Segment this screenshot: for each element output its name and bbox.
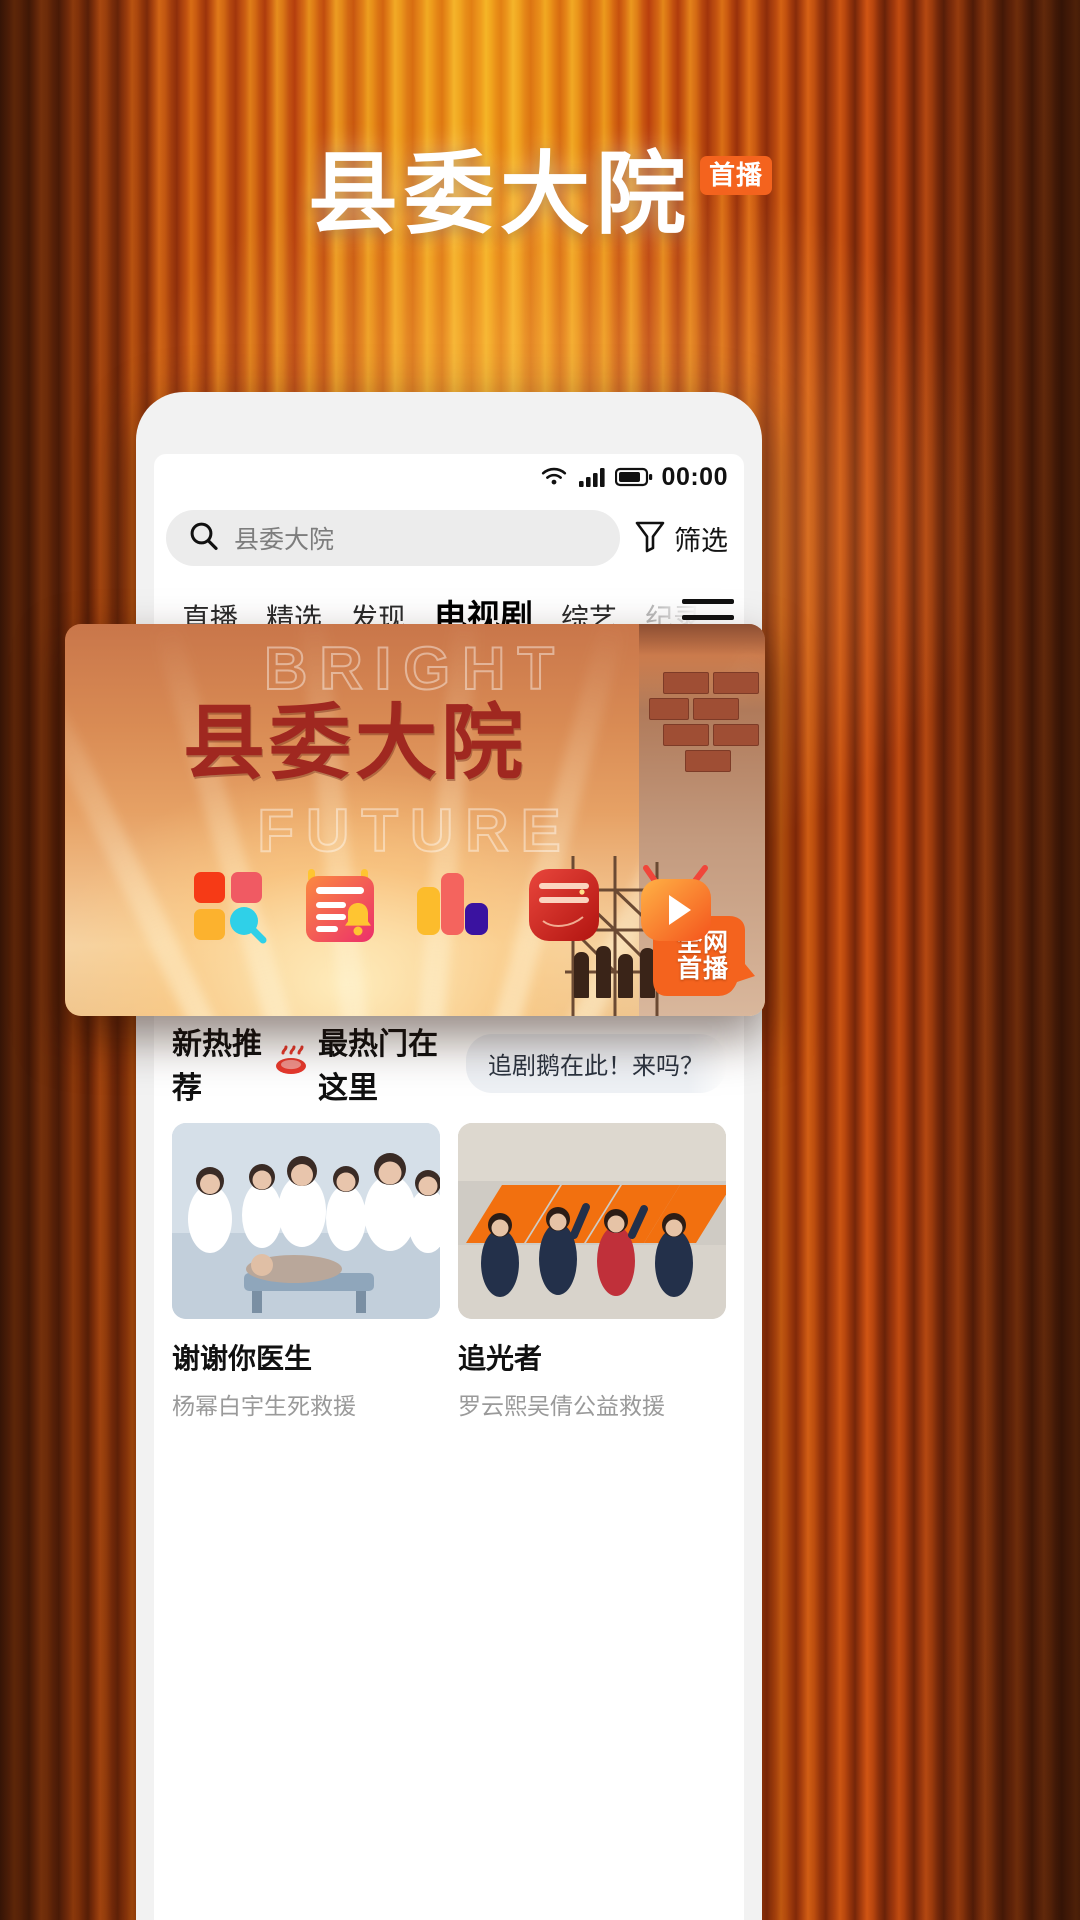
status-bar: 00:00 [154, 454, 744, 500]
card-subtitle: 罗云熙吴倩公益救援 [458, 1393, 665, 1419]
search-row: 县委大院 筛选 [154, 500, 744, 578]
hero-title-text: 县委大院 [307, 145, 692, 245]
search-input[interactable]: 县委大院 [166, 510, 620, 566]
filter-funnel-icon [634, 519, 666, 558]
list-item[interactable]: 追光者 罗云熙吴倩公益救援 [458, 1123, 726, 1421]
calendar-bell-icon [291, 861, 389, 961]
featured-poster-overlay[interactable]: BRIGHT FUTURE 县委大院 全网 首播 [65, 624, 765, 1016]
hero-premiere-badge: 首播 [699, 156, 772, 195]
hero-title-block: 县委大院 首播 [0, 150, 1080, 240]
poster-worker-silhouettes [574, 946, 655, 998]
section-title-primary: 新热推荐 [172, 1028, 262, 1105]
battery-icon [614, 466, 653, 488]
recommendation-cards: 谢谢你医生 杨幂白宇生死救援 追光者 罗云熙吴倩公益救援 [154, 1123, 744, 1421]
rescue-team-drama-thumbnail [458, 1123, 726, 1319]
card-title: 谢谢你医生 [172, 1343, 313, 1374]
search-icon [188, 520, 220, 557]
section-promo-chip[interactable]: 追剧鹅在此！来吗？ [466, 1033, 726, 1093]
poster-outline-text-bottom: FUTURE [256, 796, 573, 865]
card-title: 追光者 [458, 1343, 543, 1374]
filter-button[interactable]: 筛选 [634, 519, 732, 558]
red-card-icon [515, 861, 613, 961]
hot-spring-icon [274, 1044, 308, 1082]
list-item[interactable]: 谢谢你医生 杨幂白宇生死救援 [172, 1123, 440, 1421]
cellular-signal-icon [578, 465, 606, 489]
grid-search-icon [179, 861, 277, 961]
wifi-icon [539, 465, 569, 489]
play-tv-icon [627, 861, 725, 961]
hospital-drama-thumbnail [172, 1123, 440, 1319]
content-area: 胡歌吴越携手群星展现基层干群风采 全部电视剧 [154, 736, 744, 1920]
status-bar-clock: 00:00 [661, 462, 728, 491]
phone-mockup: 00:00 县委大院 筛选 直播 精选 发现 电视剧 综艺 新热推荐 最热门在这… [136, 392, 762, 1920]
section-title-secondary: 最热门在这里 [318, 1028, 438, 1105]
filter-label: 筛选 [674, 525, 728, 556]
bar-chart-icon [403, 861, 501, 961]
poster-badge-line2: 首播 [676, 955, 729, 983]
poster-title: 县委大院 [182, 698, 527, 789]
search-input-value: 县委大院 [234, 526, 335, 554]
card-subtitle: 杨幂白宇生死救援 [172, 1393, 356, 1419]
